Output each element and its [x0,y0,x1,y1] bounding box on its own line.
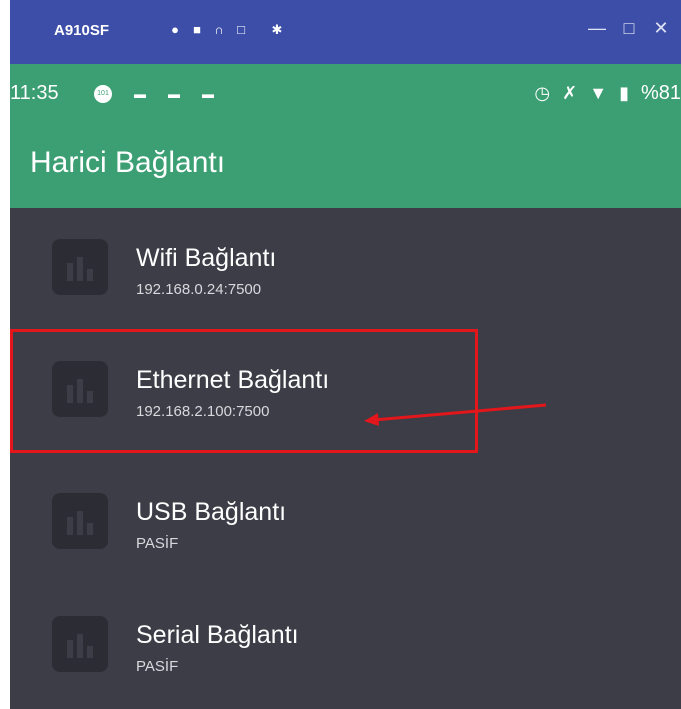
icon-bar [87,523,93,535]
icon-bar [77,511,83,535]
list-item-usb[interactable]: USB Bağlantı PASİF [10,462,681,584]
notification-dot-icon: ▬ [168,87,180,101]
list-item-wifi[interactable]: Wifi Bağlantı 192.168.0.24:7500 [10,208,681,330]
minimize-icon[interactable]: — [587,18,607,38]
item-status: PASİF [136,535,179,552]
app-bar: Harici Bağlantı [10,122,681,208]
window-title: A910SF [54,22,110,39]
icon-bar [67,517,73,535]
item-label: Serial Bağlantı [136,621,299,649]
notification-dot-icon: ▬ [134,87,146,101]
icon-bar [77,257,83,281]
close-icon[interactable]: ✕ [651,18,671,38]
alarm-icon: ◷ [534,83,551,103]
headset-icon[interactable]: ∩ [210,22,228,38]
notification-dot-icon: ▬ [202,87,214,101]
battery-percent: %81 [640,82,681,104]
window-toolbar: ● ■ ∩ □ ✱ [166,22,286,38]
item-status: PASİF [136,658,179,675]
mute-icon: ✗ [562,83,578,103]
icon-bar [77,634,83,658]
status-time: 11:35 [10,82,59,104]
battery-icon: ▮ [619,83,629,103]
arrow-shaft [373,403,547,422]
page-title: Harici Bağlantı [30,146,226,179]
notification-badge-icon: 101 [94,85,112,103]
icon-bar [87,646,93,658]
connection-list: Wifi Bağlantı 192.168.0.24:7500 Ethernet… [10,208,681,709]
annotation-arrow-icon [364,403,547,426]
icon-bar [67,640,73,658]
bar-chart-icon [52,616,108,672]
arrow-head [364,413,379,426]
settings-icon[interactable]: ✱ [268,22,286,38]
toolbar-spacer [254,22,264,38]
window-controls: — □ ✕ [587,18,671,38]
icon-bar [87,269,93,281]
left-frame-edge [0,0,10,709]
bar-chart-icon [52,493,108,549]
android-status-bar: 11:35 101 ▬ ▬ ▬ ◷ ✗ ▼ ▮ %81 [10,64,681,122]
icon-bar [67,263,73,281]
camera-icon[interactable]: ● [166,22,184,38]
bar-chart-icon [52,239,108,295]
item-address: 192.168.0.24:7500 [136,281,262,298]
maximize-icon[interactable]: □ [619,18,639,38]
item-label: USB Bağlantı [136,498,287,526]
annotation-highlight-box [10,329,478,453]
item-label: Wifi Bağlantı [136,244,277,272]
fullscreen-icon[interactable]: □ [232,22,250,38]
list-item-serial[interactable]: Serial Bağlantı PASİF [10,585,681,707]
video-icon[interactable]: ■ [188,22,206,38]
system-icons: ◷ ✗ ▼ ▮ %81 [534,82,681,104]
window-titlebar: A910SF ● ■ ∩ □ ✱ — □ ✕ [10,0,681,64]
wifi-icon: ▼ [589,83,608,103]
notification-icons: 101 ▬ ▬ ▬ [94,85,214,103]
